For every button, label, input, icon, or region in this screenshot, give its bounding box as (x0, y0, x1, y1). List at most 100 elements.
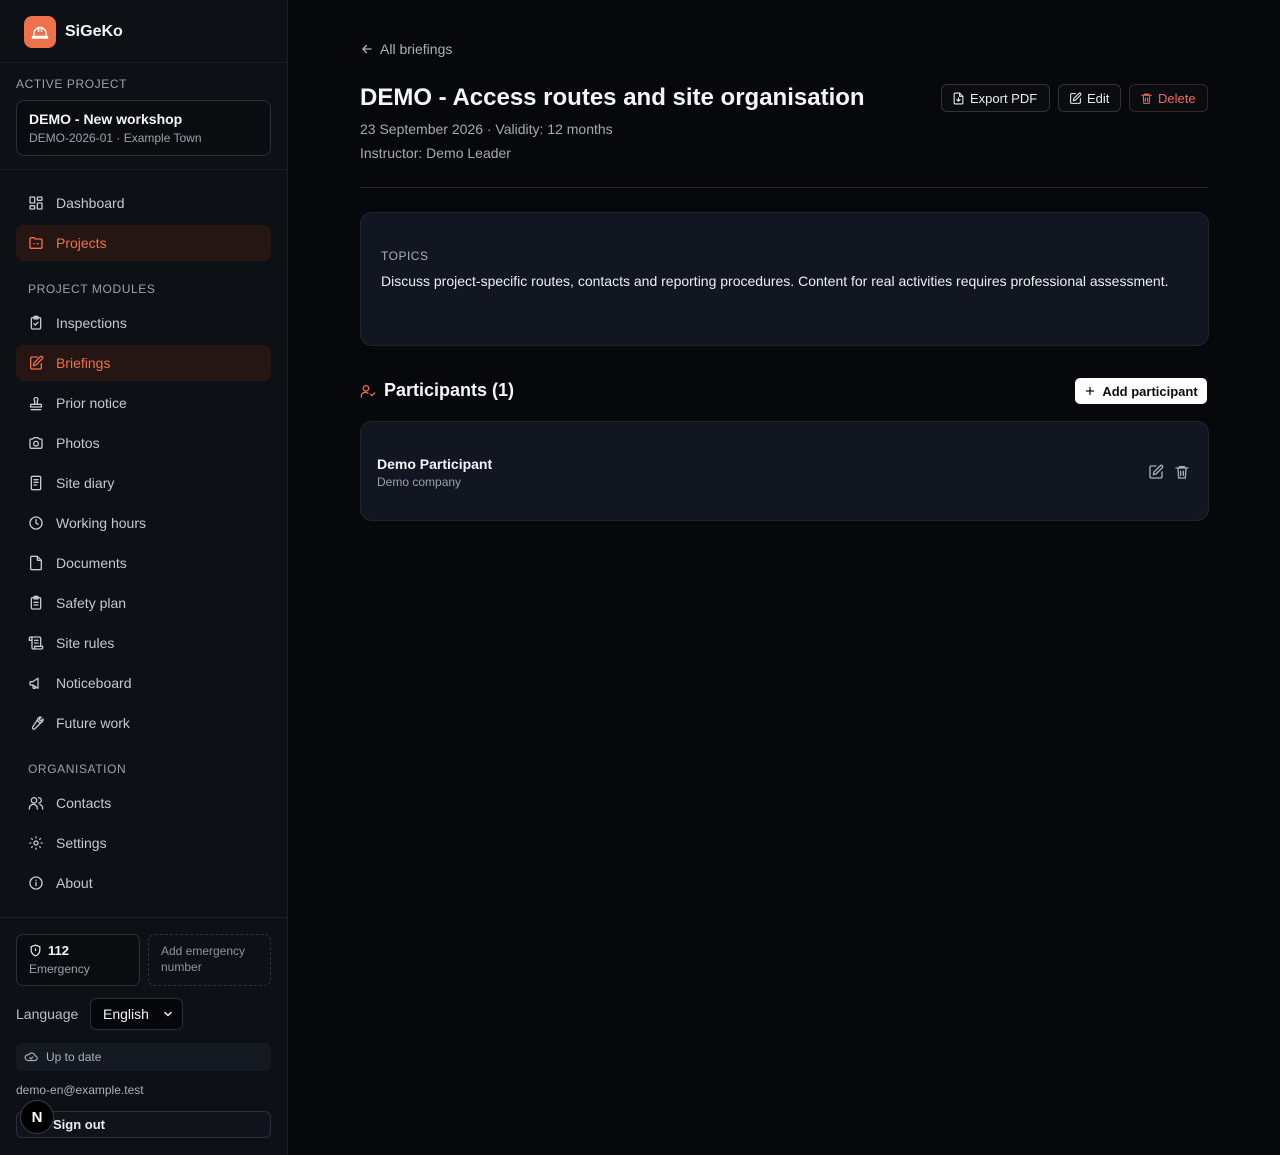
delete-participant-icon[interactable] (1174, 464, 1190, 480)
brand[interactable]: SiGeKo (24, 16, 123, 48)
language-value: English (103, 1006, 149, 1022)
clipboard-check-icon (30, 315, 42, 330)
nav-label: About (56, 875, 93, 891)
back-link-label: All briefings (380, 41, 453, 57)
participants-header: Participants (1) (360, 380, 514, 401)
participant-name: Demo Participant (377, 456, 493, 472)
delete-label: Delete (1158, 90, 1196, 106)
participant-row: Demo Participant Demo company (360, 421, 1209, 521)
topics-label: TOPICS (381, 249, 429, 263)
language-label: Language (16, 1006, 79, 1022)
edit-button[interactable]: Edit (1058, 84, 1121, 112)
users-icon (28, 797, 44, 810)
plus-icon (1086, 386, 1095, 396)
user-email: demo-en@example.test (16, 1083, 144, 1097)
camera-icon (29, 437, 43, 449)
user-check-icon (360, 384, 376, 398)
nav-label: Projects (56, 235, 107, 251)
sidebar: SiGeKo ACTIVE PROJECT DEMO - New worksho… (0, 0, 288, 1155)
nav-item-documents[interactable]: Documents (16, 545, 271, 581)
trash-icon (1141, 93, 1152, 104)
file-download-icon (953, 92, 964, 104)
chevron-down-icon (164, 1011, 172, 1017)
clipboard-list-icon (30, 595, 42, 610)
sync-status-text: Up to date (46, 1050, 102, 1064)
emergency-number-card[interactable]: 112 Emergency (16, 934, 140, 986)
nav-label: Prior notice (56, 395, 127, 411)
info-icon (29, 876, 43, 890)
export-pdf-label: Export PDF (970, 90, 1038, 106)
nav-label: Site rules (56, 635, 115, 651)
divider (0, 169, 288, 170)
dev-tools-badge[interactable]: N (20, 1100, 54, 1134)
nav-item-prior-notice[interactable]: Prior notice (16, 385, 271, 421)
delete-button[interactable]: Delete (1129, 84, 1208, 112)
nav-label: Safety plan (56, 595, 127, 611)
nav-item-working-hours[interactable]: Working hours (16, 505, 271, 541)
edit-icon (1070, 92, 1082, 104)
participant-company: Demo company (377, 475, 462, 489)
cloud-check-icon (24, 1052, 38, 1062)
divider (0, 62, 288, 63)
active-project-label: ACTIVE PROJECT (16, 77, 128, 91)
nav-item-site-diary[interactable]: Site diary (16, 465, 271, 501)
emergency-label: Emergency (29, 962, 90, 976)
topics-card: TOPICS Discuss project-specific routes, … (360, 212, 1209, 346)
nav-item-site-rules[interactable]: Site rules (16, 625, 271, 661)
nav-label: Site diary (56, 475, 115, 491)
nav-label: Documents (56, 555, 127, 571)
language-select[interactable]: English (90, 998, 183, 1030)
nav-label: Noticeboard (56, 675, 132, 691)
nav-label: Briefings (56, 355, 111, 371)
emergency-number: 112 (48, 943, 69, 958)
main-content: All briefings DEMO - Access routes and s… (288, 0, 1280, 1155)
export-pdf-button[interactable]: Export PDF (941, 84, 1050, 112)
briefing-meta-instructor: Instructor: Demo Leader (360, 145, 511, 161)
nav-label: Photos (56, 435, 100, 451)
briefing-meta-date: 23 September 2026 · Validity: 12 months (360, 121, 613, 137)
nav-item-settings[interactable]: Settings (16, 825, 271, 861)
nav-item-about[interactable]: About (16, 865, 271, 901)
notebook-icon (30, 475, 42, 491)
nav-item-inspections[interactable]: Inspections (16, 305, 271, 341)
add-participant-button[interactable]: Add participant (1075, 378, 1207, 404)
nav-item-noticeboard[interactable]: Noticeboard (16, 665, 271, 701)
dashboard-icon (29, 196, 43, 210)
edit-label: Edit (1087, 90, 1110, 106)
topics-text: Discuss project-specific routes, contact… (381, 273, 1169, 289)
project-name: DEMO - New workshop (29, 111, 183, 127)
modules-label: PROJECT MODULES (28, 282, 156, 296)
nav-label: Working hours (56, 515, 147, 531)
stamp-icon (30, 396, 42, 411)
edit-participant-icon[interactable] (1148, 464, 1164, 480)
divider (0, 917, 288, 918)
participants-title: Participants (1) (384, 380, 515, 400)
shield-icon (30, 944, 41, 957)
hard-hat-icon (24, 16, 56, 48)
nav-item-future-work[interactable]: Future work (16, 705, 271, 741)
sign-out-button[interactable]: Sign out (16, 1111, 271, 1138)
nav-item-briefings[interactable]: Briefings (16, 345, 271, 381)
nav-label: Future work (56, 715, 130, 731)
nav-label: Inspections (56, 315, 127, 331)
nav-label: Dashboard (56, 195, 125, 211)
wrench-icon (31, 716, 44, 730)
scroll-icon (28, 636, 44, 650)
nav-item-contacts[interactable]: Contacts (16, 785, 271, 821)
nav-item-photos[interactable]: Photos (16, 425, 271, 461)
nav-item-safety-plan[interactable]: Safety plan (16, 585, 271, 621)
gear-icon (29, 836, 43, 850)
folder-icon (29, 237, 43, 249)
back-link[interactable]: All briefings (360, 41, 452, 57)
organisation-label: ORGANISATION (28, 762, 127, 776)
edit-note-icon (30, 355, 44, 370)
file-icon (30, 555, 42, 571)
nav-item-projects[interactable]: Projects (16, 225, 271, 261)
nav-item-dashboard[interactable]: Dashboard (16, 185, 271, 221)
sync-status: Up to date (16, 1043, 271, 1071)
nav-label: Settings (56, 835, 107, 851)
page-title: DEMO - Access routes and site organisati… (360, 84, 865, 111)
active-project-card[interactable]: DEMO - New workshop DEMO-2026-01 · Examp… (16, 100, 271, 156)
brand-name: SiGeKo (65, 23, 123, 40)
add-emergency-number-button[interactable]: Add emergency number (148, 934, 271, 986)
